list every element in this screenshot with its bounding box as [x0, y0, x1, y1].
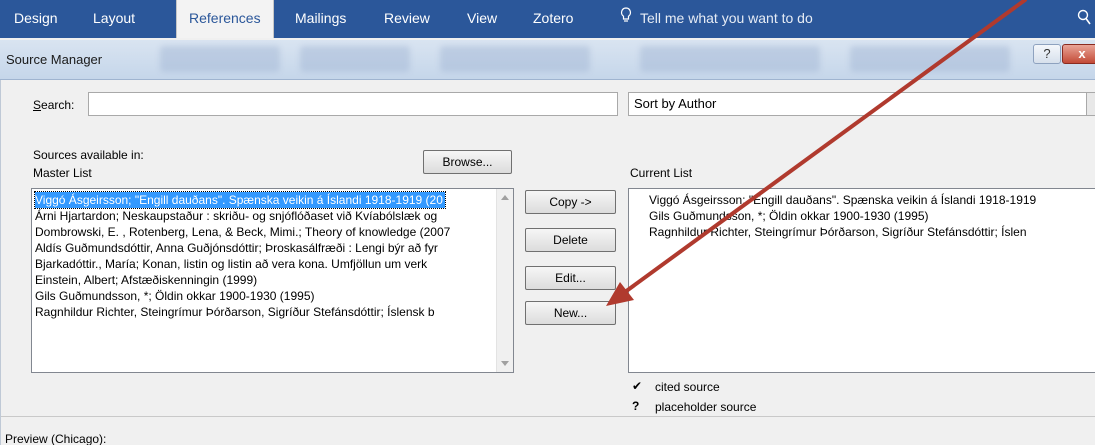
help-button[interactable]: ?	[1033, 44, 1061, 64]
search-input[interactable]	[88, 92, 618, 116]
edit-button[interactable]: Edit...	[525, 266, 616, 290]
list-item[interactable]: Árni Hjartardon; Neskaupstaður : skriðu-…	[35, 208, 437, 224]
tab-view[interactable]: View	[467, 0, 497, 38]
lightbulb-icon	[620, 0, 634, 36]
tab-zotero[interactable]: Zotero	[533, 0, 573, 38]
master-list[interactable]: Viggó Ásgeirsson; "Engill dauðans". Spæn…	[31, 188, 514, 373]
background-ribbon-blur	[850, 46, 1010, 72]
list-item[interactable]: Gils Guðmundsson, *; Öldin okkar 1900-19…	[649, 208, 929, 224]
tab-review[interactable]: Review	[384, 0, 430, 38]
list-item[interactable]: Aldís Guðmundsdóttir, Anna Guðjónsdóttir…	[35, 240, 438, 256]
list-item[interactable]: Bjarkadóttir., María; Konan, listin og l…	[35, 256, 427, 272]
background-ribbon-blur	[300, 46, 410, 72]
sort-select[interactable]: Sort by Author	[628, 92, 1095, 116]
legend-cited-label: cited source	[655, 380, 720, 394]
list-item[interactable]: Viggó Ásgeirsson; "Engill dauðans". Spæn…	[34, 191, 446, 209]
current-list[interactable]: Viggó Ásgeirsson; "Engill dauðans". Spæn…	[628, 188, 1095, 373]
browse-button[interactable]: Browse...	[423, 150, 512, 174]
tell-me-box[interactable]: Tell me what you want to do	[620, 0, 813, 38]
search-icon[interactable]	[1077, 8, 1091, 28]
tell-me-text: Tell me what you want to do	[640, 10, 813, 26]
list-item[interactable]: Ragnhildur Richter, Steingrímur Þórðarso…	[35, 304, 435, 320]
master-list-scrollbar[interactable]	[496, 189, 513, 372]
preview-label: Preview (Chicago):	[5, 432, 107, 445]
sort-select-value: Sort by Author	[634, 96, 717, 111]
close-button[interactable]: x	[1062, 44, 1095, 64]
background-ribbon-blur	[160, 46, 280, 72]
new-button[interactable]: New...	[525, 301, 616, 325]
checkmark-icon: ✔	[632, 379, 643, 393]
background-ribbon-blur	[640, 46, 820, 72]
ribbon-tab-bar: Design Layout References Mailings Review…	[0, 0, 1095, 38]
scroll-up-icon[interactable]	[501, 195, 509, 200]
question-icon: ?	[632, 399, 640, 413]
list-item[interactable]: Einstein, Albert; Afstæðiskenningin (199…	[35, 272, 257, 288]
source-manager-dialog: Search: Sort by Author Sources available…	[0, 80, 1095, 445]
sources-available-label: Sources available in:	[33, 148, 144, 162]
tab-design[interactable]: Design	[14, 0, 58, 38]
delete-button[interactable]: Delete	[525, 228, 616, 252]
list-item[interactable]: Dombrowski, E. , Rotenberg, Lena, & Beck…	[35, 224, 450, 240]
tab-mailings[interactable]: Mailings	[295, 0, 346, 38]
list-item[interactable]: Viggó Ásgeirsson; "Engill dauðans". Spæn…	[649, 192, 1036, 208]
scroll-down-icon[interactable]	[501, 361, 509, 366]
copy-button[interactable]: Copy ->	[525, 190, 616, 214]
tab-references[interactable]: References	[176, 0, 274, 38]
dialog-title-bar: Source Manager ? x	[0, 40, 1095, 80]
dialog-title: Source Manager	[6, 52, 103, 67]
legend-placeholder-label: placeholder source	[655, 400, 757, 414]
tab-layout[interactable]: Layout	[93, 0, 135, 38]
list-item[interactable]: Ragnhildur Richter, Steingrímur Þórðarso…	[649, 224, 1027, 240]
list-item[interactable]: Gils Guðmundsson, *; Öldin okkar 1900-19…	[35, 288, 315, 304]
search-label: Search:	[33, 98, 75, 112]
divider	[1, 416, 1095, 417]
current-list-label: Current List	[630, 166, 693, 180]
chevron-down-icon[interactable]	[1086, 92, 1095, 116]
master-list-label: Master List	[33, 166, 92, 180]
background-ribbon-blur	[440, 46, 590, 72]
